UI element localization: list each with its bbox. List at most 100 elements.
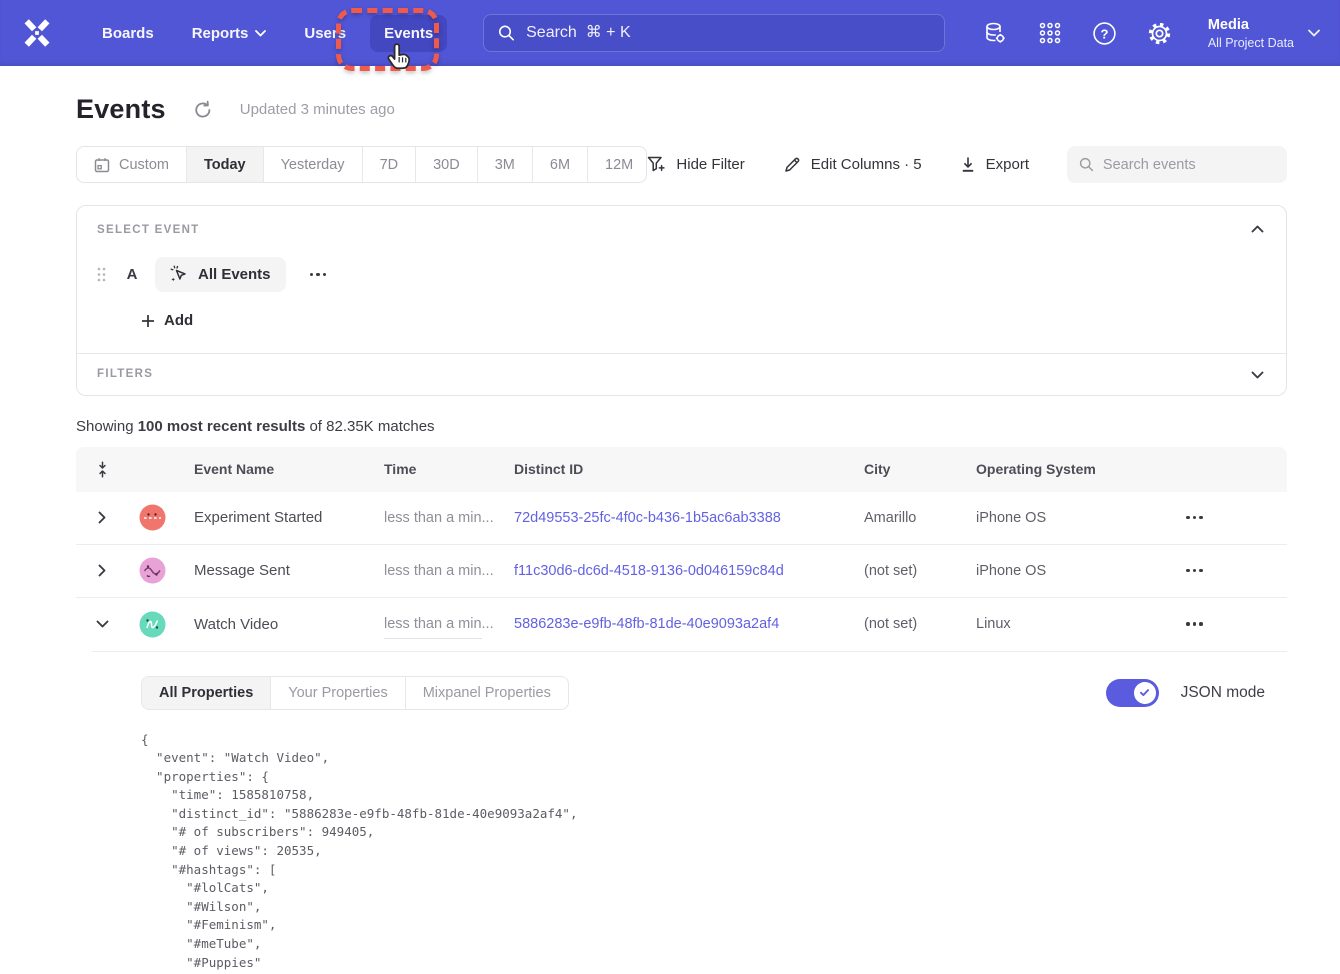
date-option-today[interactable]: Today <box>187 147 264 182</box>
project-selector-text: Media All Project Data <box>1208 16 1294 51</box>
export-button[interactable]: Export <box>960 156 1029 173</box>
date-option-custom-label: Custom <box>119 157 169 173</box>
nav-item-users[interactable]: Users <box>290 15 360 52</box>
mixpanel-logo[interactable] <box>20 16 54 50</box>
event-json-viewer: { "event": "Watch Video", "properties": … <box>141 731 1267 974</box>
nav-users-label: Users <box>304 25 346 42</box>
select-event-section: SELECT EVENT A <box>77 206 1286 353</box>
nav-item-boards[interactable]: Boards <box>88 15 168 52</box>
chevron-right-icon <box>98 564 106 577</box>
edit-columns-label: Edit Columns · 5 <box>811 156 922 173</box>
column-header-event-name: Event Name <box>176 461 366 477</box>
date-option-3m[interactable]: 3M <box>478 147 533 182</box>
help-icon: ? <box>1092 21 1117 46</box>
event-pill-label: All Events <box>198 266 271 283</box>
top-navigation: Boards Reports Users Events <box>0 0 1340 66</box>
refresh-button[interactable] <box>192 99 214 121</box>
edit-columns-button[interactable]: Edit Columns · 5 <box>783 156 922 174</box>
date-option-7d[interactable]: 7D <box>363 147 417 182</box>
expand-row-button[interactable] <box>76 564 128 577</box>
table-row[interactable]: Message Sent less than a min... f11c30d6… <box>76 545 1287 598</box>
event-avatar <box>128 504 176 531</box>
row-more-options-button[interactable] <box>1180 561 1209 581</box>
table-header-row: Event Name Time Distinct ID City Operati… <box>76 447 1287 492</box>
query-builder-panel: SELECT EVENT A <box>76 205 1287 396</box>
event-selector-pill[interactable]: All Events <box>155 257 286 292</box>
cell-distinct-id-link[interactable]: 5886283e-e9fb-48fb-81de-40e9093a2af4 <box>496 616 846 632</box>
cell-os: iPhone OS <box>958 563 1172 579</box>
data-management-button[interactable] <box>982 20 1008 46</box>
apps-menu-button[interactable] <box>1037 20 1063 46</box>
search-events-field[interactable] <box>1067 146 1287 183</box>
project-selector[interactable]: Media All Project Data <box>1208 16 1320 51</box>
toggle-knob <box>1134 682 1156 704</box>
cell-event-name: Message Sent <box>176 562 366 579</box>
date-option-yesterday[interactable]: Yesterday <box>264 147 363 182</box>
json-mode-control: JSON mode <box>1106 679 1267 707</box>
global-search[interactable] <box>483 14 945 52</box>
nav-item-events[interactable]: Events <box>370 15 447 52</box>
column-header-time: Time <box>366 461 496 477</box>
date-option-6m[interactable]: 6M <box>533 147 588 182</box>
hide-filter-button[interactable]: Hide Filter <box>647 156 744 174</box>
results-summary: Showing 100 most recent results of 82.35… <box>76 418 1287 435</box>
settings-button[interactable] <box>1147 20 1173 46</box>
chevron-down-icon <box>96 620 109 628</box>
summary-prefix: Showing <box>76 418 138 435</box>
collapse-row-button[interactable] <box>76 620 128 628</box>
page-header: Events Updated 3 minutes ago <box>76 94 1287 125</box>
date-option-yesterday-label: Yesterday <box>281 157 345 173</box>
tab-mixpanel-properties[interactable]: Mixpanel Properties <box>406 677 568 709</box>
table-row[interactable]: Experiment Started less than a min... 72… <box>76 492 1287 545</box>
sort-by-time-button[interactable] <box>76 461 128 478</box>
last-updated-text: Updated 3 minutes ago <box>240 101 395 118</box>
date-option-custom[interactable]: Custom <box>77 147 187 182</box>
event-avatar <box>128 557 176 584</box>
date-option-30d[interactable]: 30D <box>416 147 478 182</box>
global-search-input[interactable] <box>526 24 930 42</box>
event-clause-row: A All Events <box>97 257 1266 292</box>
cell-city: (not set) <box>846 616 958 632</box>
event-avatar <box>128 611 176 638</box>
json-mode-toggle[interactable] <box>1106 679 1159 707</box>
table-row-expanded[interactable]: Watch Video less than a min... 5886283e-… <box>76 598 1287 651</box>
row-more-options-button[interactable] <box>1180 614 1209 634</box>
date-option-6m-label: 6M <box>550 157 570 173</box>
search-icon <box>498 24 515 42</box>
column-header-os: Operating System <box>958 461 1172 477</box>
clause-letter: A <box>125 266 139 283</box>
column-header-city: City <box>846 461 958 477</box>
help-button[interactable]: ? <box>1092 20 1118 46</box>
select-event-label: SELECT EVENT <box>97 224 1266 236</box>
cell-city: (not set) <box>846 563 958 579</box>
expand-filters-button[interactable] <box>1248 366 1266 384</box>
cell-distinct-id-link[interactable]: 72d49553-25fc-4f0c-b436-1b5ac6ab3388 <box>496 510 846 526</box>
tab-all-properties[interactable]: All Properties <box>142 677 271 709</box>
date-option-12m-label: 12M <box>605 157 633 173</box>
refresh-icon <box>193 100 213 120</box>
expand-row-button[interactable] <box>76 511 128 524</box>
filters-label: FILTERS <box>97 368 1266 380</box>
date-option-12m[interactable]: 12M <box>588 147 647 182</box>
table-toolbar: Hide Filter Edit Columns · 5 Export <box>647 146 1287 183</box>
properties-tabs: All Properties Your Properties Mixpanel … <box>141 676 569 710</box>
primary-nav: Boards Reports Users Events <box>88 15 447 52</box>
nav-item-reports[interactable]: Reports <box>178 15 281 52</box>
add-event-button[interactable]: Add <box>141 312 193 329</box>
filters-section[interactable]: FILTERS <box>77 354 1286 395</box>
nav-boards-label: Boards <box>102 25 154 42</box>
database-gear-icon <box>982 20 1008 46</box>
download-icon <box>960 156 976 173</box>
add-button-label: Add <box>164 312 193 329</box>
chevron-right-icon <box>98 511 106 524</box>
clause-more-options-button[interactable] <box>306 267 331 283</box>
search-events-input[interactable] <box>1103 157 1275 173</box>
cell-distinct-id-link[interactable]: f11c30d6-dc6d-4518-9136-0d046159c84d <box>496 563 846 579</box>
search-icon <box>1079 156 1094 173</box>
collapse-section-button[interactable] <box>1248 220 1266 238</box>
row-more-options-button[interactable] <box>1180 508 1209 528</box>
tab-your-properties[interactable]: Your Properties <box>271 677 405 709</box>
drag-handle-icon[interactable] <box>97 266 109 284</box>
date-option-30d-label: 30D <box>433 157 460 173</box>
cell-os: iPhone OS <box>958 510 1172 526</box>
